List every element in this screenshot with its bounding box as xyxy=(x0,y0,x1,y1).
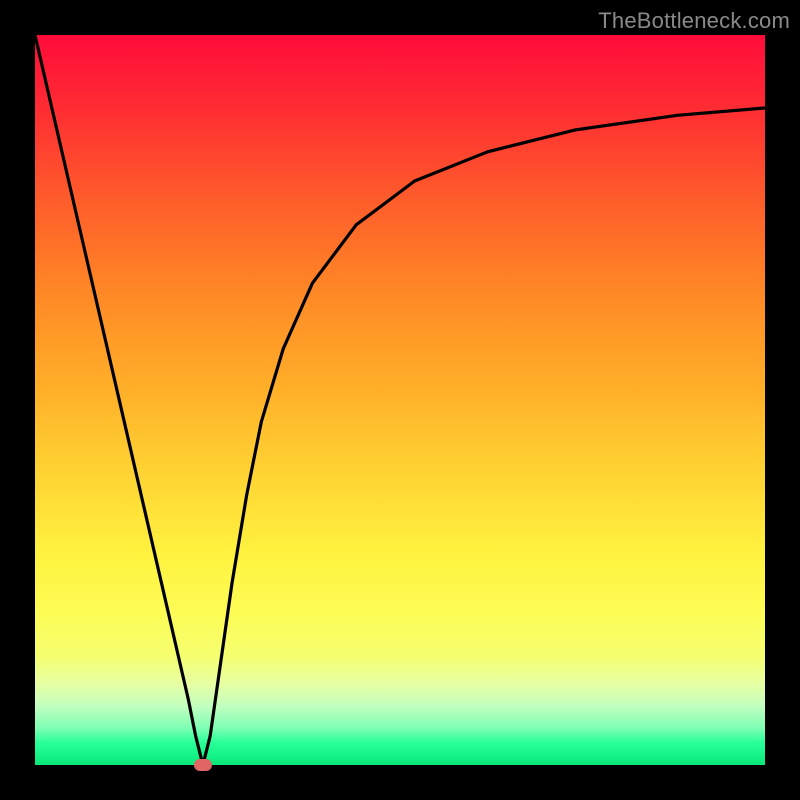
plot-area xyxy=(35,35,765,765)
optimal-point-marker xyxy=(194,759,212,771)
bottleneck-curve xyxy=(35,35,765,765)
curve-path xyxy=(35,35,765,765)
watermark-text: TheBottleneck.com xyxy=(598,8,790,34)
chart-frame: TheBottleneck.com xyxy=(0,0,800,800)
